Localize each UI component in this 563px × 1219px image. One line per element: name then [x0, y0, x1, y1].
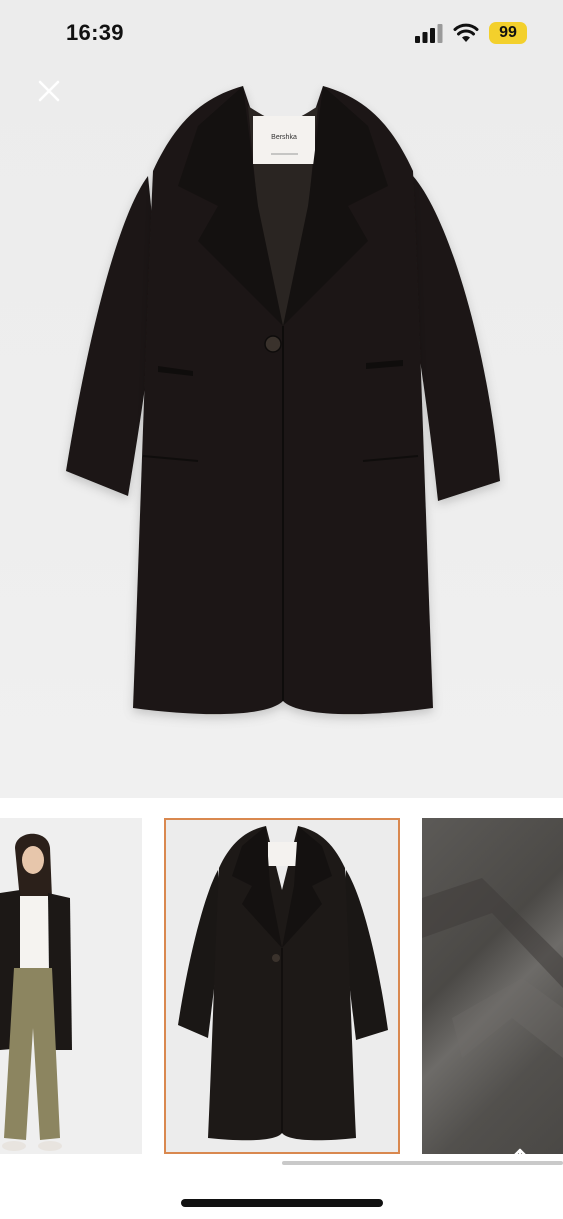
fabric-detail-image — [422, 878, 563, 1058]
thumbnail-fabric-detail[interactable] — [422, 818, 563, 1154]
svg-text:Bershka: Bershka — [271, 134, 297, 141]
cellular-signal-icon — [415, 24, 443, 43]
coat-image: Bershka — [66, 86, 500, 715]
status-bar: 16:39 99 — [0, 0, 563, 66]
thumbnail-strip[interactable] — [0, 800, 563, 1170]
status-time: 16:39 — [66, 20, 124, 45]
status-icons: 99 — [415, 21, 527, 45]
home-indicator[interactable] — [181, 1199, 383, 1207]
model-photo-image — [0, 833, 72, 1151]
battery-indicator: 99 — [489, 22, 527, 44]
coat-thumbnail-image — [178, 826, 388, 1141]
thumbnail-model-photo[interactable] — [0, 818, 142, 1154]
wifi-icon — [453, 23, 479, 42]
share-icon[interactable] — [502, 1146, 538, 1186]
thumbnail-coat-front[interactable] — [164, 818, 400, 1154]
product-hero-image[interactable]: 16:39 99 Bershka — [0, 0, 563, 798]
horizontal-scrollbar[interactable] — [282, 1161, 563, 1165]
